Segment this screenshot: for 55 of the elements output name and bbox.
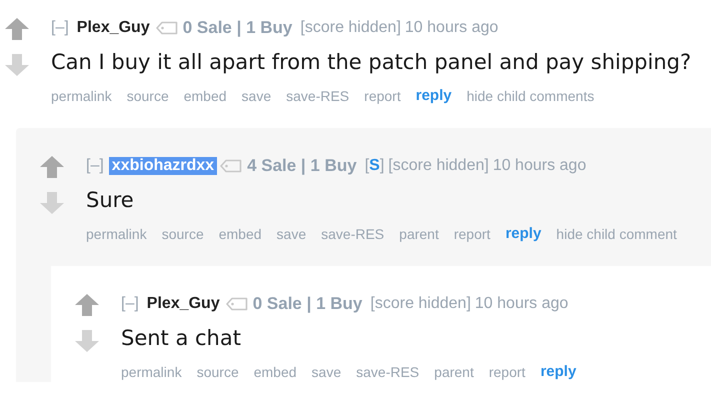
reply-link[interactable]: reply	[505, 224, 542, 244]
upvote-icon[interactable]	[5, 18, 29, 40]
action-link[interactable]: embed	[254, 362, 297, 382]
action-link[interactable]: hide child comment	[556, 224, 677, 244]
collapse-toggle[interactable]: [–]	[121, 295, 139, 313]
bracket: [	[364, 157, 370, 174]
action-link[interactable]: permalink	[51, 86, 112, 106]
action-link[interactable]: parent	[434, 362, 474, 382]
action-link[interactable]: report	[454, 224, 490, 244]
submitter-tag[interactable]: S	[369, 157, 380, 174]
action-link[interactable]: permalink	[121, 362, 182, 382]
username-link[interactable]: Plex_Guy	[74, 19, 153, 37]
downvote-icon[interactable]	[5, 54, 29, 76]
action-link[interactable]: report	[488, 362, 526, 382]
action-link[interactable]: save	[312, 362, 342, 382]
collapse-toggle[interactable]: [–]	[51, 19, 69, 37]
action-link[interactable]: save	[276, 224, 306, 244]
timestamp: 10 hours ago	[404, 19, 498, 37]
action-link[interactable]: embed	[218, 224, 262, 244]
tag-icon	[226, 297, 248, 311]
reply-link[interactable]: reply	[540, 362, 576, 382]
action-link[interactable]: source	[162, 224, 204, 244]
score-text: [score hidden]	[370, 295, 471, 313]
action-link[interactable]: save	[242, 86, 272, 106]
upvote-icon[interactable]	[75, 294, 99, 316]
action-link[interactable]: embed	[184, 86, 227, 106]
action-link[interactable]: permalink	[86, 224, 147, 244]
bracket: ]	[380, 157, 384, 174]
action-link[interactable]: save-RES	[356, 362, 420, 382]
action-link[interactable]: source	[126, 86, 169, 106]
action-link[interactable]: hide child comments	[466, 86, 594, 106]
user-flair: 0 Sale | 1 Buy	[252, 294, 362, 314]
action-link[interactable]: save-RES	[286, 86, 350, 106]
action-link[interactable]: save-RES	[321, 224, 384, 244]
user-flair: 0 Sale | 1 Buy	[182, 18, 292, 38]
downvote-icon[interactable]	[40, 192, 64, 214]
downvote-icon[interactable]	[75, 330, 99, 352]
reply-link[interactable]: reply	[416, 86, 452, 106]
comment-text: Sent a chat	[121, 325, 242, 352]
tag-icon	[156, 21, 178, 35]
timestamp: 10 hours ago	[492, 157, 586, 175]
score-text: [score hidden]	[300, 19, 401, 37]
username-link[interactable]: Plex_Guy	[144, 295, 223, 313]
username-link[interactable]: xxbiohazrdxx	[108, 157, 218, 175]
score-text: [score hidden]	[388, 157, 489, 175]
timestamp: 10 hours ago	[474, 295, 568, 313]
action-link[interactable]: report	[364, 86, 401, 106]
comment-text: Can I buy it all apart from the patch panel and pay shipping?	[51, 49, 692, 76]
tag-icon	[220, 159, 242, 173]
action-link[interactable]: source	[196, 362, 239, 382]
action-link[interactable]: parent	[399, 224, 439, 244]
user-flair: 4 Sale | 1 Buy	[247, 156, 357, 176]
comment-text: Sure	[86, 187, 135, 214]
upvote-icon[interactable]	[40, 156, 64, 178]
collapse-toggle[interactable]: [–]	[86, 157, 104, 175]
